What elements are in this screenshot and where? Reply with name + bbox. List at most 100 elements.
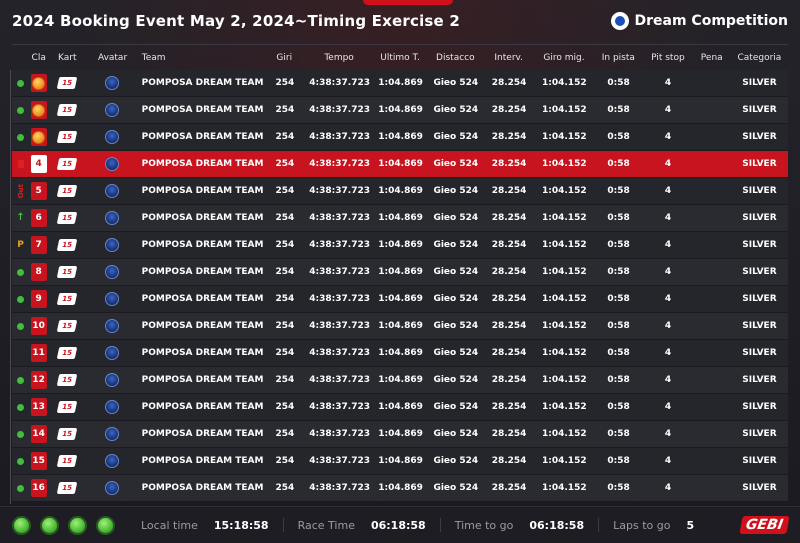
best-lap-cell: 1:04.152 xyxy=(542,429,587,439)
column-header-pit-stop[interactable]: Pit stop xyxy=(643,53,693,63)
on-track-cell: 0:58 xyxy=(607,321,630,331)
kart-number-badge: 15 xyxy=(56,212,78,224)
total-time-cell: 4:38:37.723 xyxy=(309,483,370,493)
table-row[interactable]: 14 15 POMPOSA DREAM TEAM 254 4:38:37.723 1:04… xyxy=(12,421,788,448)
kart-cell: 15 xyxy=(48,131,86,143)
position-badge: 10 xyxy=(30,317,47,335)
column-header-avatar[interactable]: Avatar xyxy=(86,53,138,63)
green-dot-icon xyxy=(17,403,25,411)
race-time-value: 06:18:58 xyxy=(370,518,426,532)
laps-cell: 254 xyxy=(275,294,295,304)
position-badge: 4 xyxy=(30,155,47,173)
position-badge: 7 xyxy=(30,236,47,254)
laps-cell: 254 xyxy=(275,267,295,277)
last-lap-cell: 1:04.869 xyxy=(378,105,423,115)
position-cell: 7 xyxy=(29,236,48,254)
interval-cell: 28.254 xyxy=(491,78,527,88)
interval-cell: 28.254 xyxy=(491,321,527,331)
table-row[interactable]: 15 15 POMPOSA DREAM TEAM 254 4:38:37.723 1:04… xyxy=(12,448,788,475)
column-header-in-pista[interactable]: In pista xyxy=(594,53,644,63)
avatar-cell xyxy=(86,76,138,90)
status-indicator: Out xyxy=(12,184,29,198)
team-logo-icon xyxy=(105,76,120,90)
table-row[interactable]: 16 15 POMPOSA DREAM TEAM 254 4:38:37.723 1:04… xyxy=(12,475,788,502)
position-cell: 13 xyxy=(29,398,48,416)
category-cell: SILVER xyxy=(742,105,777,115)
team-name-cell: POMPOSA DREAM TEAM xyxy=(141,294,264,304)
gap-cell: Gieo 524 xyxy=(433,483,479,493)
column-header-categoria[interactable]: Categoria xyxy=(731,53,788,63)
on-track-cell: 0:58 xyxy=(607,375,630,385)
last-lap-cell: 1:04.869 xyxy=(378,267,423,277)
category-cell: SILVER xyxy=(742,159,777,169)
column-header-distacco[interactable]: Distacco xyxy=(428,53,483,63)
table-row[interactable]: 9 15 POMPOSA DREAM TEAM 254 4:38:37.723 1:04.… xyxy=(12,286,788,313)
category-cell: SILVER xyxy=(742,402,777,412)
total-time-cell: 4:38:37.723 xyxy=(309,402,370,412)
kart-number-badge: 15 xyxy=(56,320,78,332)
avatar-cell xyxy=(86,481,138,495)
gap-cell: Gieo 524 xyxy=(433,456,479,466)
column-header-pena[interactable]: Pena xyxy=(693,53,731,63)
position-cell: 6 xyxy=(29,209,48,227)
best-lap-cell: 1:04.152 xyxy=(542,186,587,196)
team-name-cell: POMPOSA DREAM TEAM xyxy=(141,213,264,223)
position-cell: 9 xyxy=(29,290,48,308)
laps-cell: 254 xyxy=(275,375,295,385)
table-row[interactable]: 13 15 POMPOSA DREAM TEAM 254 4:38:37.723 1:04… xyxy=(12,394,788,421)
column-header-ultimo[interactable]: Ultimo T. xyxy=(372,53,427,63)
pit-stop-cell: 4 xyxy=(664,132,672,142)
interval-cell: 28.254 xyxy=(491,483,527,493)
status-indicator xyxy=(12,133,29,141)
pit-stop-cell: 4 xyxy=(664,213,672,223)
green-dot-icon xyxy=(17,106,25,114)
table-row[interactable]: 12 15 POMPOSA DREAM TEAM 254 4:38:37.723 1:04… xyxy=(12,367,788,394)
medal-icon xyxy=(30,74,47,92)
laps-cell: 254 xyxy=(275,186,295,196)
table-row[interactable]: 15 POMPOSA DREAM TEAM 254 4:38:37.723 1:04.8… xyxy=(12,70,788,97)
category-cell: SILVER xyxy=(742,456,777,466)
table-row[interactable]: 15 POMPOSA DREAM TEAM 254 4:38:37.723 1:04.8… xyxy=(12,97,788,124)
laps-cell: 254 xyxy=(275,240,295,250)
total-time-cell: 4:38:37.723 xyxy=(309,105,370,115)
last-lap-cell: 1:04.869 xyxy=(378,348,423,358)
team-logo-icon xyxy=(105,346,120,360)
kart-cell: 15 xyxy=(48,266,86,278)
header-bar: 2024 Booking Event May 2, 2024~Timing Ex… xyxy=(0,0,800,42)
category-cell: SILVER xyxy=(742,267,777,277)
on-track-cell: 0:58 xyxy=(607,159,630,169)
last-lap-cell: 1:04.869 xyxy=(378,483,423,493)
interval-cell: 28.254 xyxy=(491,348,527,358)
column-header-cla[interactable]: Cla xyxy=(29,53,48,63)
table-row[interactable]: 11 15 POMPOSA DREAM TEAM 254 4:38:37.723 1:04… xyxy=(12,340,788,367)
status-indicator xyxy=(12,79,29,87)
status-indicator xyxy=(12,430,29,438)
column-header-giri[interactable]: Giri xyxy=(263,53,306,63)
column-header-kart[interactable]: Kart xyxy=(48,53,86,63)
position-cell: 10 xyxy=(29,317,48,335)
column-header-team[interactable]: Team xyxy=(139,53,263,63)
green-light-icon xyxy=(12,515,31,535)
best-lap-cell: 1:04.152 xyxy=(542,132,587,142)
column-header-interv[interactable]: Interv. xyxy=(483,53,534,63)
team-logo-icon xyxy=(105,481,120,495)
kart-number-badge: 15 xyxy=(56,482,78,494)
table-row[interactable]: 4 15 POMPOSA DREAM TEAM 254 4:38:37.723 1:04.… xyxy=(12,151,788,178)
table-row[interactable]: 8 15 POMPOSA DREAM TEAM 254 4:38:37.723 1:04.… xyxy=(12,259,788,286)
best-lap-cell: 1:04.152 xyxy=(542,267,587,277)
column-header-giro-mig[interactable]: Giro mig. xyxy=(534,53,593,63)
last-lap-cell: 1:04.869 xyxy=(378,429,423,439)
team-logo-icon xyxy=(105,265,120,279)
table-row[interactable]: P 7 15 POMPOSA DREAM TEAM 254 4:38:37.723 1:04… xyxy=(12,232,788,259)
gap-cell: Gieo 524 xyxy=(433,132,479,142)
table-row[interactable]: Out 5 15 POMPOSA DREAM TEAM 254 4:38:37.723 1:… xyxy=(12,178,788,205)
table-row[interactable]: 15 POMPOSA DREAM TEAM 254 4:38:37.723 1:04.8… xyxy=(12,124,788,151)
table-row[interactable]: ↑ 6 15 POMPOSA DREAM TEAM 254 4:38:37.723 1:04… xyxy=(12,205,788,232)
table-row[interactable]: 10 15 POMPOSA DREAM TEAM 254 4:38:37.723 1:04… xyxy=(12,313,788,340)
team-logo-icon xyxy=(105,373,120,387)
team-name-cell: POMPOSA DREAM TEAM xyxy=(141,375,264,385)
green-dot-icon xyxy=(17,376,25,384)
column-header-tempo[interactable]: Tempo xyxy=(306,53,373,63)
on-track-cell: 0:58 xyxy=(607,240,630,250)
footer-divider xyxy=(598,518,600,532)
